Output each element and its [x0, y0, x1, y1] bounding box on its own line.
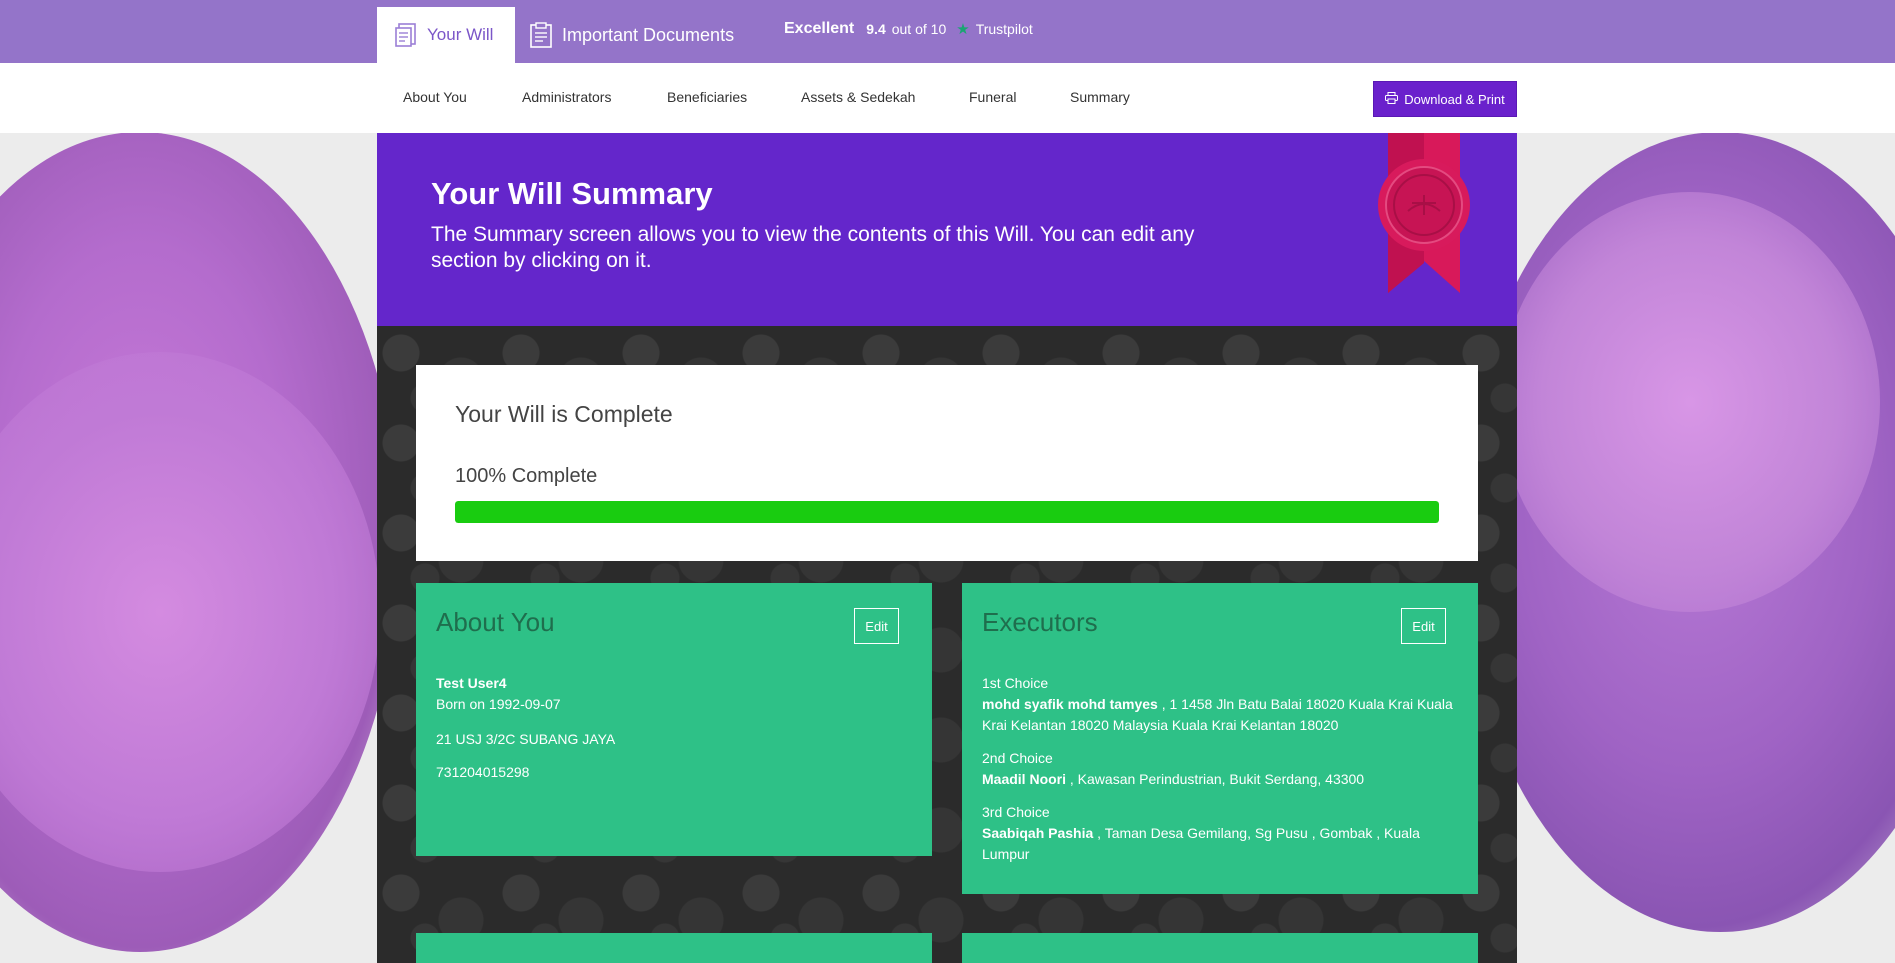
trustpilot-score: 9.4 — [866, 21, 886, 37]
star-icon: ★ — [956, 21, 970, 38]
executor-name: Maadil Noori — [982, 771, 1067, 787]
download-print-label: Download & Print — [1404, 91, 1505, 107]
printer-icon — [1385, 91, 1399, 107]
clipboard-icon — [530, 22, 552, 48]
testator-address: 21 USJ 3/2C SUBANG JAYA — [436, 731, 616, 747]
tab-important-documents[interactable]: Important Documents — [530, 7, 734, 63]
page-title: Your Will Summary — [431, 176, 713, 211]
top-bar: Your Will Important Documents Excellent … — [0, 0, 1895, 63]
executors-card[interactable]: Executors Edit 1st Choice mohd syafik mo… — [962, 583, 1478, 894]
download-print-button[interactable]: Download & Print — [1373, 81, 1517, 117]
about-you-details: Test User4 Born on 1992-09-07 21 USJ 3/2… — [436, 673, 912, 783]
testator-ic: 731204015298 — [436, 764, 530, 780]
testator-name: Test User4 — [436, 675, 507, 691]
tab-important-documents-label: Important Documents — [562, 24, 735, 45]
executors-list: 1st Choice mohd syafik mohd tamyes , 1 1… — [982, 673, 1458, 865]
trustpilot-widget[interactable]: Excellent 9.4 out of 10 ★ Trustpilot — [784, 20, 1033, 38]
about-you-edit-button[interactable]: Edit — [854, 608, 899, 644]
executor-rank: 1st Choice — [982, 675, 1049, 691]
completion-card: Your Will is Complete 100% Complete — [416, 365, 1478, 561]
trustpilot-score-suffix: out of 10 — [891, 21, 947, 37]
about-you-title: About You — [436, 607, 555, 637]
main-content: Your Will Summary The Summary screen all… — [377, 133, 1517, 963]
executor-name: mohd syafik mohd tamyes — [982, 696, 1158, 712]
executors-edit-button[interactable]: Edit — [1401, 608, 1446, 644]
executor-rank: 2nd Choice — [982, 750, 1053, 766]
tab-your-will[interactable]: Your Will — [377, 7, 515, 63]
summary-hero: Your Will Summary The Summary screen all… — [377, 133, 1517, 326]
executor-entry: Saabiqah Pashia , Taman Desa Gemilang, S… — [982, 823, 1458, 865]
testator-born: Born on 1992-09-07 — [436, 696, 561, 712]
executor-address: , Kawasan Perindustrian, Bukit Serdang, … — [1069, 771, 1365, 787]
next-card-right[interactable] — [962, 933, 1478, 963]
section-nav: About You Administrators Beneficiaries A… — [0, 63, 1895, 133]
tab-your-will-label: Your Will — [427, 25, 494, 44]
progress-bar — [455, 501, 1439, 523]
nav-summary[interactable]: Summary — [1070, 89, 1130, 105]
progress-bar-fill — [455, 501, 1439, 523]
nav-beneficiaries[interactable]: Beneficiaries — [667, 89, 747, 105]
nav-funeral[interactable]: Funeral — [969, 89, 1016, 105]
executor-entry: mohd syafik mohd tamyes , 1 1458 Jln Bat… — [982, 694, 1458, 736]
executor-name: Saabiqah Pashia — [982, 825, 1094, 841]
nav-about-you[interactable]: About You — [403, 89, 467, 105]
trustpilot-brand: Trustpilot — [975, 21, 1033, 37]
content-background: Your Will is Complete 100% Complete Abou… — [377, 326, 1517, 963]
wax-seal-icon — [1374, 133, 1474, 298]
executors-title: Executors — [982, 607, 1098, 637]
about-you-card[interactable]: About You Edit Test User4 Born on 1992-0… — [416, 583, 932, 856]
executor-entry: Maadil Noori , Kawasan Perindustrian, Bu… — [982, 769, 1458, 790]
page-description: The Summary screen allows you to view th… — [431, 223, 1195, 272]
nav-administrators[interactable]: Administrators — [522, 89, 611, 105]
document-icon — [395, 23, 417, 47]
completion-percent: 100% Complete — [455, 465, 598, 487]
nav-assets-sedekah[interactable]: Assets & Sedekah — [801, 89, 915, 105]
next-card-left[interactable] — [416, 933, 932, 963]
completion-title: Your Will is Complete — [455, 401, 673, 427]
executor-rank: 3rd Choice — [982, 804, 1050, 820]
trustpilot-rating-word: Excellent — [784, 20, 855, 37]
